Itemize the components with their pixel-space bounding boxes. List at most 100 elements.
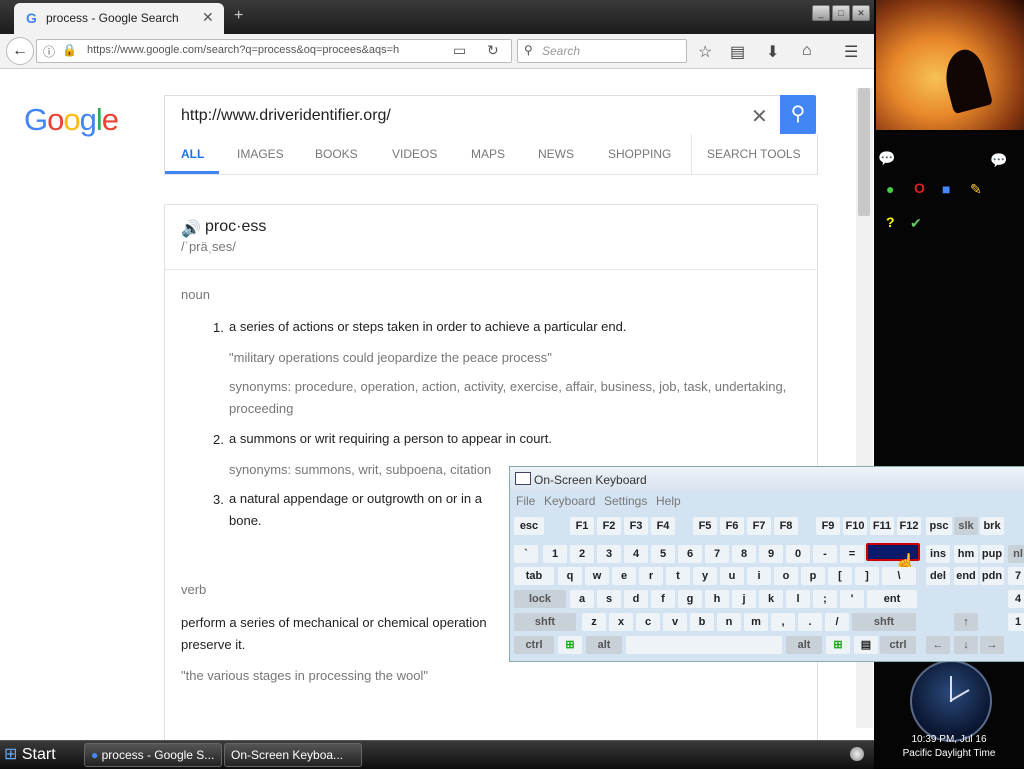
key-del[interactable]: del xyxy=(926,567,950,585)
key-1[interactable]: 1 xyxy=(543,545,567,563)
new-tab-icon[interactable]: + xyxy=(234,7,243,25)
key-num7[interactable]: 7 xyxy=(1008,567,1024,585)
key-h[interactable]: h xyxy=(705,590,729,608)
tab-shopping[interactable]: SHOPPING xyxy=(608,147,671,161)
tab-maps[interactable]: MAPS xyxy=(471,147,505,161)
key-period[interactable]: . xyxy=(798,613,822,631)
key-pup[interactable]: pup xyxy=(980,545,1004,563)
key-m[interactable]: m xyxy=(744,613,768,631)
sidebar-tray-icon[interactable] xyxy=(850,747,864,761)
key-7[interactable]: 7 xyxy=(705,545,729,563)
key-d[interactable]: d xyxy=(624,590,648,608)
key-lbracket[interactable]: [ xyxy=(828,567,852,585)
reader-view-icon[interactable]: ▭ xyxy=(453,42,466,59)
key-pdn[interactable]: pdn xyxy=(980,567,1004,585)
menu-keyboard[interactable]: Keyboard xyxy=(544,494,595,508)
tab-google-search[interactable]: G process - Google Search ✕ xyxy=(14,3,224,34)
key-up[interactable]: ↑ xyxy=(954,613,978,631)
key-6[interactable]: 6 xyxy=(678,545,702,563)
key-f2[interactable]: F2 xyxy=(597,517,621,535)
back-button[interactable]: ← xyxy=(6,37,34,65)
key-c[interactable]: c xyxy=(636,613,660,631)
key-slk[interactable]: slk xyxy=(954,517,978,535)
key-w[interactable]: w xyxy=(585,567,609,585)
key-enter[interactable]: ent xyxy=(867,590,917,608)
notes-icon[interactable]: ✎ xyxy=(970,181,982,198)
key-o[interactable]: o xyxy=(774,567,798,585)
slideshow-gadget[interactable] xyxy=(876,0,1024,130)
key-f10[interactable]: F10 xyxy=(843,517,867,535)
tab-books[interactable]: BOOKS xyxy=(315,147,358,161)
key-win-left[interactable]: ⊞ xyxy=(558,636,582,654)
key-right[interactable]: → xyxy=(980,636,1004,654)
key-9[interactable]: 9 xyxy=(759,545,783,563)
minimize-button[interactable]: _ xyxy=(812,5,830,21)
key-minus[interactable]: - xyxy=(813,545,837,563)
key-down[interactable]: ↓ xyxy=(954,636,978,654)
key-i[interactable]: i xyxy=(747,567,771,585)
key-f5[interactable]: F5 xyxy=(693,517,717,535)
key-brk[interactable]: brk xyxy=(980,517,1004,535)
clear-icon[interactable]: ✕ xyxy=(751,104,768,129)
chat-bubble-icon[interactable]: 💬 xyxy=(878,150,895,167)
menu-settings[interactable]: Settings xyxy=(604,494,647,508)
key-equals[interactable]: = xyxy=(840,545,864,563)
google-logo[interactable]: Google xyxy=(24,102,119,138)
maximize-button[interactable]: □ xyxy=(832,5,850,21)
clock-gadget[interactable] xyxy=(910,660,992,742)
key-f9[interactable]: F9 xyxy=(816,517,840,535)
menu-file[interactable]: File xyxy=(516,494,535,508)
google-search-button[interactable]: ⚲ xyxy=(780,95,816,134)
key-g[interactable]: g xyxy=(678,590,702,608)
tab-videos[interactable]: VIDEOS xyxy=(392,147,437,161)
key-slash[interactable]: / xyxy=(825,613,849,631)
tab-images[interactable]: IMAGES xyxy=(237,147,284,161)
key-shift-left[interactable]: shft xyxy=(514,613,576,631)
google-search-box[interactable]: http://www.driveridentifier.org/ ✕ xyxy=(164,95,781,134)
key-capslock[interactable]: lock xyxy=(514,590,566,608)
key-n[interactable]: n xyxy=(717,613,741,631)
taskbar-item-browser[interactable]: ● process - Google S... xyxy=(84,743,222,767)
key-tab[interactable]: tab xyxy=(514,567,554,585)
key-alt-left[interactable]: alt xyxy=(586,636,622,654)
key-t[interactable]: t xyxy=(666,567,690,585)
key-end[interactable]: end xyxy=(954,567,978,585)
menu-icon[interactable]: ☰ xyxy=(844,42,858,62)
url-text[interactable]: https://www.google.com/search?q=process&… xyxy=(87,44,431,56)
key-2[interactable]: 2 xyxy=(570,545,594,563)
key-f7[interactable]: F7 xyxy=(747,517,771,535)
key-quote[interactable]: ' xyxy=(840,590,864,608)
key-space[interactable] xyxy=(626,636,782,654)
key-left[interactable]: ← xyxy=(926,636,950,654)
key-0[interactable]: 0 xyxy=(786,545,810,563)
key-8[interactable]: 8 xyxy=(732,545,756,563)
scrollbar-thumb[interactable] xyxy=(858,88,870,216)
security-icon[interactable]: ✔ xyxy=(910,215,922,232)
bookmark-star-icon[interactable]: ☆ xyxy=(698,42,712,62)
key-4[interactable]: 4 xyxy=(624,545,648,563)
tab-search-tools[interactable]: SEARCH TOOLS xyxy=(707,147,801,161)
key-3[interactable]: 3 xyxy=(597,545,621,563)
tab-news[interactable]: NEWS xyxy=(538,147,574,161)
key-psc[interactable]: psc xyxy=(926,517,952,535)
help-icon[interactable]: ? xyxy=(886,214,895,230)
key-backslash[interactable]: \ xyxy=(882,567,916,585)
key-x[interactable]: x xyxy=(609,613,633,631)
osk-titlebar[interactable]: On-Screen Keyboard xyxy=(510,467,1024,491)
url-bar[interactable]: ⓘ 🔒 https://www.google.com/search?q=proc… xyxy=(36,39,512,63)
downloads-icon[interactable]: ⬇ xyxy=(766,42,779,62)
home-icon[interactable]: ⌂ xyxy=(802,42,812,60)
opera-icon[interactable]: O xyxy=(914,180,925,196)
lock-warning-icon[interactable]: 🔒 xyxy=(62,43,77,57)
key-f1[interactable]: F1 xyxy=(570,517,594,535)
bookmarks-list-icon[interactable]: ▤ xyxy=(730,42,745,62)
key-backtick[interactable]: ` xyxy=(514,545,538,563)
key-p[interactable]: p xyxy=(801,567,825,585)
key-v[interactable]: v xyxy=(663,613,687,631)
key-num1[interactable]: 1 xyxy=(1008,613,1024,631)
chat-bubble-icon[interactable]: 💬 xyxy=(990,152,1007,169)
key-esc[interactable]: esc xyxy=(514,517,544,535)
key-num4[interactable]: 4 xyxy=(1008,590,1024,608)
taskbar-item-osk[interactable]: On-Screen Keyboa... xyxy=(224,743,362,767)
tab-close-icon[interactable]: ✕ xyxy=(202,9,214,26)
